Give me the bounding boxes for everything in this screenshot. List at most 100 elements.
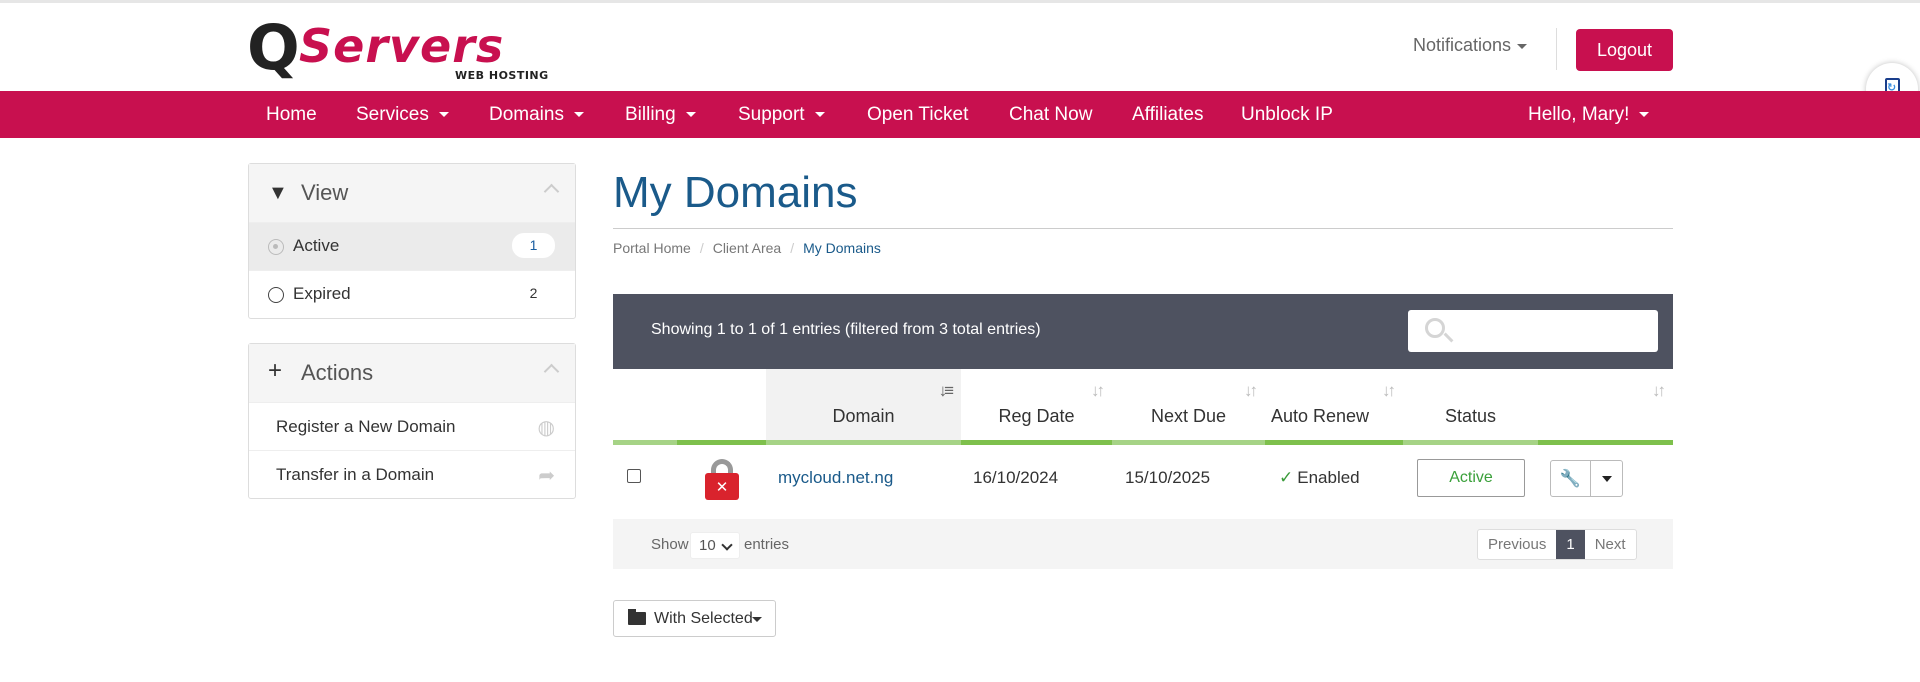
- row-actions-dropdown[interactable]: [1592, 461, 1623, 496]
- table-row[interactable]: ✕ mycloud.net.ng 16/10/2024 15/10/2025 ✓…: [613, 445, 1673, 519]
- wrench-icon[interactable]: 🔧: [1551, 461, 1591, 496]
- action-label: Transfer in a Domain: [276, 465, 435, 484]
- domain-link[interactable]: mycloud.net.ng: [778, 468, 893, 488]
- column-label: Status: [1444, 406, 1497, 426]
- sort-icon: ↓↑: [1244, 381, 1258, 400]
- filter-label: Expired: [293, 284, 351, 303]
- nav-affiliates[interactable]: Affiliates: [1132, 104, 1203, 126]
- actions-panel: + Actions Register a New Domain ◍ Transf…: [248, 343, 576, 499]
- table-toolbar: Showing 1 to 1 of 1 entries (filtered fr…: [613, 294, 1673, 369]
- column-actions[interactable]: ↓↑: [1538, 369, 1673, 445]
- lock-error-icon: ✕: [705, 459, 739, 500]
- table-info: Showing 1 to 1 of 1 entries (filtered fr…: [651, 321, 1041, 338]
- radio-icon: [268, 287, 284, 303]
- filter-count-badge: 1: [512, 233, 555, 258]
- lock-body: ✕: [705, 473, 739, 500]
- column-label: Auto Renew: [1270, 406, 1370, 426]
- row-checkbox[interactable]: [627, 469, 641, 483]
- logo-q: Q: [247, 11, 300, 84]
- length-label: Show: [651, 536, 689, 553]
- pagination-page[interactable]: 1: [1556, 530, 1585, 559]
- caret-down-icon: [1639, 112, 1650, 118]
- nav-user-label: Hello, Mary!: [1528, 104, 1630, 125]
- column-next-due[interactable]: ↓↑ Next Due: [1112, 369, 1265, 445]
- row-actions-group: 🔧: [1550, 460, 1623, 497]
- pagination-previous[interactable]: Previous: [1478, 530, 1556, 559]
- nav-billing-label: Billing: [625, 104, 676, 125]
- qservers-logo[interactable]: Q Servers WEB HOSTING: [247, 11, 557, 84]
- column-status[interactable]: Status: [1403, 369, 1538, 445]
- title-divider: [613, 228, 1673, 229]
- column-reg-date[interactable]: ↓↑ Reg Date: [961, 369, 1112, 445]
- action-register-domain[interactable]: Register a New Domain ◍: [249, 402, 575, 450]
- caret-down-icon: [814, 112, 825, 118]
- pagination-next[interactable]: Next: [1585, 530, 1636, 559]
- view-panel: ▼ View Active 1 Expired 2: [248, 163, 576, 319]
- pagination: Previous 1 Next: [1477, 529, 1637, 560]
- caret-down-icon: [1517, 43, 1528, 49]
- radio-icon: [268, 239, 284, 255]
- column-label: Domain: [832, 406, 895, 426]
- site-header: Q Servers WEB HOSTING Notifications Logo…: [0, 3, 1920, 91]
- table-search-input[interactable]: [1408, 310, 1658, 352]
- caret-down-icon: [685, 112, 696, 118]
- nav-unblock-ip[interactable]: Unblock IP: [1241, 104, 1333, 126]
- chevron-up-icon: [543, 363, 560, 380]
- column-icon: [677, 369, 766, 445]
- action-transfer-domain[interactable]: Transfer in a Domain ➦: [249, 450, 575, 498]
- column-auto-renew[interactable]: ↓↑ Auto Renew: [1265, 369, 1403, 445]
- folder-open-icon: [628, 609, 646, 625]
- notifications-dropdown[interactable]: Notifications: [1413, 35, 1528, 56]
- next-due: 15/10/2025: [1125, 468, 1211, 487]
- search-icon: [1425, 318, 1445, 338]
- nav-services[interactable]: Services: [356, 104, 449, 126]
- column-checkbox: [613, 369, 677, 445]
- caret-down-icon: [438, 112, 449, 118]
- breadcrumb-separator: /: [699, 240, 704, 256]
- nav-support[interactable]: Support: [738, 104, 825, 126]
- nav-user-menu[interactable]: Hello, Mary!: [1528, 104, 1650, 126]
- filter-label: Active: [293, 236, 340, 255]
- status-badge: Active: [1417, 459, 1525, 497]
- table-footer: Show 10 entries Previous 1 Next: [613, 519, 1673, 569]
- sort-ascending-icon: ↓≡: [938, 381, 955, 400]
- chevron-up-icon: [543, 183, 560, 200]
- caret-down-icon: [752, 617, 762, 622]
- action-label: Register a New Domain: [276, 417, 456, 436]
- page-length-select[interactable]: 10: [690, 532, 740, 559]
- auto-renew: ✓ Enabled: [1279, 468, 1360, 488]
- nav-open-ticket[interactable]: Open Ticket: [867, 104, 968, 126]
- nav-domains[interactable]: Domains: [489, 104, 584, 126]
- breadcrumb: Portal Home / Client Area / My Domains: [613, 240, 881, 256]
- globe-icon: ◍: [537, 417, 555, 439]
- share-arrow-icon: ➦: [538, 465, 555, 487]
- nav-domains-label: Domains: [489, 104, 564, 125]
- nav-home[interactable]: Home: [266, 104, 317, 126]
- nav-billing[interactable]: Billing: [625, 104, 696, 126]
- filter-count-badge: 2: [529, 285, 538, 301]
- breadcrumb-client-area[interactable]: Client Area: [713, 240, 781, 256]
- plus-icon: +: [268, 357, 283, 384]
- filter-expired[interactable]: Expired 2: [249, 270, 575, 318]
- length-suffix: entries: [744, 536, 790, 553]
- actions-panel-header[interactable]: + Actions: [249, 344, 575, 402]
- table-header: ↓≡ Domain ↓↑ Reg Date ↓↑ Next Due ↓↑ Aut…: [613, 369, 1673, 445]
- reg-date: 16/10/2024: [973, 468, 1059, 487]
- column-label: Reg Date: [998, 406, 1075, 426]
- with-selected-label: With Selected: [654, 610, 753, 627]
- filter-active[interactable]: Active 1: [249, 222, 575, 270]
- column-domain[interactable]: ↓≡ Domain: [766, 369, 961, 445]
- breadcrumb-portal-home[interactable]: Portal Home: [613, 240, 691, 256]
- with-selected-button[interactable]: With Selected: [613, 600, 776, 637]
- actions-panel-title: Actions: [301, 360, 374, 385]
- check-icon: ✓: [1279, 468, 1294, 487]
- logo-subtitle: WEB HOSTING: [455, 69, 549, 82]
- nav-services-label: Services: [356, 104, 429, 125]
- main-navbar: Home Services Domains Billing Support Op…: [0, 91, 1920, 138]
- caret-down-icon: [573, 112, 584, 118]
- view-panel-header[interactable]: ▼ View: [249, 164, 575, 222]
- sort-icon: ↓↑: [1091, 381, 1105, 400]
- nav-chat-now[interactable]: Chat Now: [1009, 104, 1092, 126]
- logout-button[interactable]: Logout: [1576, 29, 1673, 71]
- filter-icon: ▼: [268, 182, 288, 204]
